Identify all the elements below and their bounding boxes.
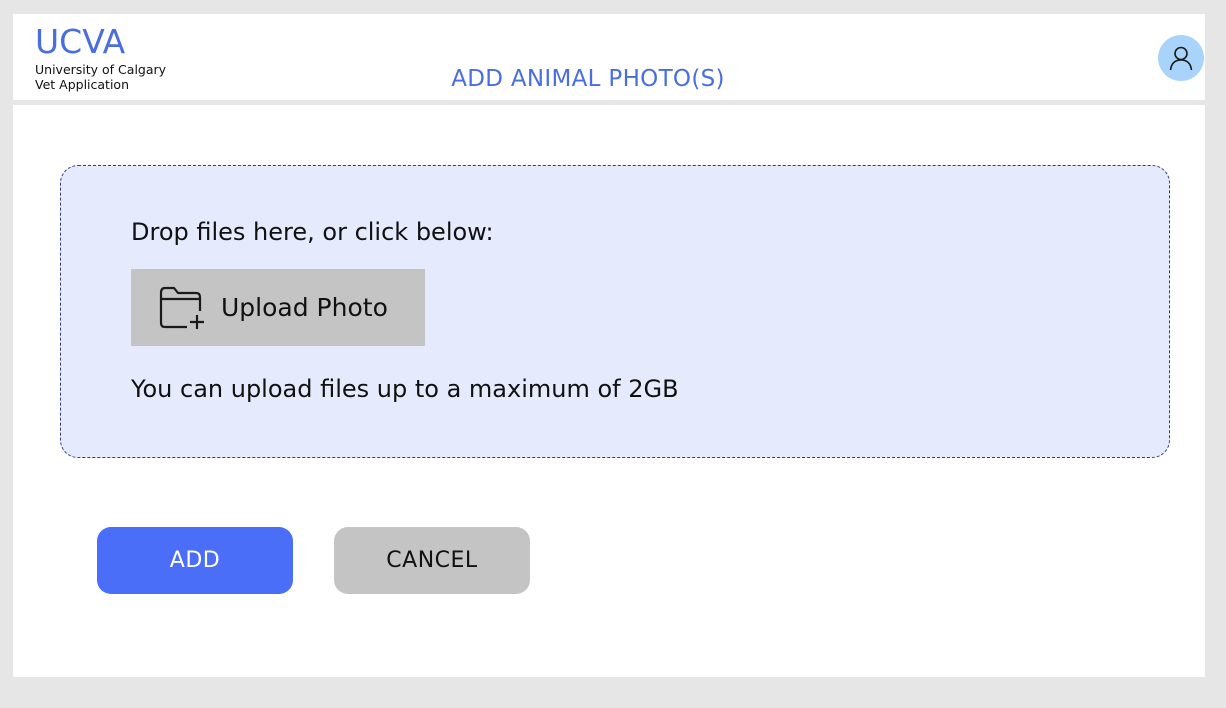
app-header: UCVA University of Calgary Vet Applicati… (13, 14, 1205, 100)
logo-title: UCVA (35, 22, 126, 61)
upload-photo-label: Upload Photo (221, 293, 388, 322)
folder-add-icon (159, 285, 207, 331)
upload-photo-button[interactable]: Upload Photo (131, 269, 425, 346)
cancel-button[interactable]: CANCEL (334, 527, 530, 594)
add-button[interactable]: ADD (97, 527, 293, 594)
user-icon (1169, 46, 1193, 71)
main-content: Drop files here, or click below: Upload … (13, 105, 1205, 677)
file-drop-zone[interactable]: Drop files here, or click below: Upload … (60, 165, 1170, 458)
upload-limit-text: You can upload files up to a maximum of … (131, 375, 679, 403)
drop-instruction: Drop files here, or click below: (131, 218, 494, 246)
user-avatar-button[interactable] (1158, 35, 1204, 81)
page-title: ADD ANIMAL PHOTO(S) (451, 66, 725, 92)
